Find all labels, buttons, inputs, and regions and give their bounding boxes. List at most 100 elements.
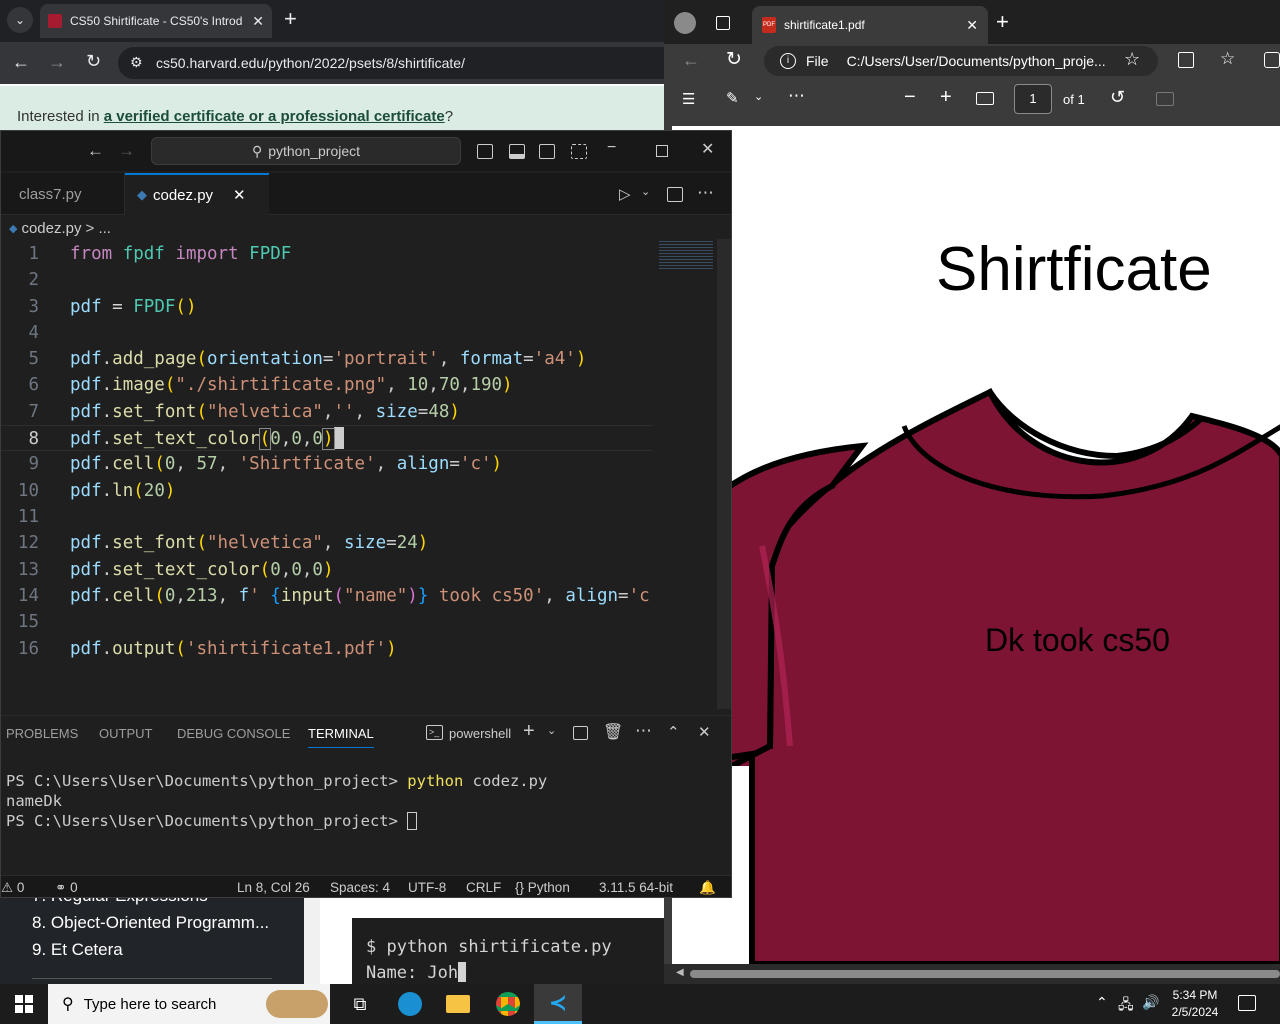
toggle-panel-icon[interactable]	[509, 144, 525, 159]
vscode-taskbar-icon[interactable]: ≺	[534, 984, 582, 1024]
favorite-star-icon[interactable]: ☆	[1124, 49, 1140, 70]
more-actions-icon[interactable]: ⋯	[697, 183, 714, 203]
new-tab-button[interactable]: +	[284, 8, 297, 30]
split-editor-icon[interactable]	[667, 187, 683, 202]
trash-icon[interactable]: 🗑	[603, 722, 623, 742]
chrome-taskbar-icon[interactable]	[484, 984, 532, 1024]
nav-forward-icon[interactable]: →	[118, 141, 135, 161]
scroll-left-icon[interactable]: ◀	[676, 967, 684, 978]
edge-taskbar-icon[interactable]	[386, 984, 434, 1024]
tab-search-button[interactable]: ⌄	[7, 7, 33, 33]
split-screen-icon[interactable]	[1178, 52, 1194, 68]
encoding[interactable]: UTF-8	[408, 880, 446, 895]
language-label: Python	[527, 880, 570, 895]
back-icon[interactable]: ←	[12, 52, 30, 73]
reload-icon[interactable]: ↻	[86, 51, 101, 72]
bell-icon[interactable]: 🔔	[699, 880, 716, 896]
nav-item-etcetera[interactable]: 9. Et Cetera	[32, 940, 123, 960]
toggle-sidebar-icon[interactable]	[477, 144, 493, 159]
maximize-button[interactable]	[656, 145, 668, 157]
customize-layout-icon[interactable]	[571, 144, 587, 159]
minimap[interactable]	[651, 239, 717, 709]
edge-address-bar[interactable]: i File C:/Users/User/Documents/python_pr…	[764, 46, 1158, 76]
notification-icon[interactable]	[1238, 995, 1256, 1011]
rotate-icon[interactable]: ↺	[1110, 87, 1125, 108]
zoom-in-icon[interactable]: +	[940, 86, 952, 109]
tab-output[interactable]: OUTPUT	[99, 726, 152, 741]
chrome-tab-active[interactable]: CS50 Shirtificate - CS50's Introd ✕	[40, 4, 272, 38]
command-center-search[interactable]: ⚲ python_project	[151, 137, 461, 165]
ports-status[interactable]: ⚭ 0	[55, 880, 78, 896]
tab-actions-icon[interactable]	[716, 16, 730, 30]
scroll-thumb[interactable]	[690, 970, 1280, 978]
banner-text: Interested in	[17, 108, 104, 125]
python-interpreter[interactable]: 3.11.5 64-bit	[599, 880, 673, 895]
contents-icon[interactable]: ☰	[682, 90, 695, 108]
file-explorer-icon[interactable]	[434, 984, 482, 1024]
site-info-icon[interactable]: ⚙	[130, 54, 143, 71]
collections-icon[interactable]	[1264, 52, 1280, 68]
edge-tab-active[interactable]: PDF shirtificate1.pdf ✕	[752, 6, 988, 44]
show-hidden-icons[interactable]: ⌃	[1096, 994, 1108, 1011]
nav-scrollbar[interactable]	[304, 896, 320, 984]
favorites-icon[interactable]: ☆	[1220, 49, 1235, 69]
sample-line-2: Name: Joh	[366, 960, 664, 984]
tab-codez[interactable]: ◆ codez.py ✕	[125, 173, 269, 215]
shell-name[interactable]: powershell	[449, 726, 511, 741]
start-button[interactable]	[0, 984, 48, 1024]
forward-icon[interactable]: →	[48, 52, 66, 73]
python-file-icon: ◆	[137, 187, 147, 202]
chevron-down-icon[interactable]: ⌄	[754, 90, 763, 103]
toggle-secondary-sidebar-icon[interactable]	[539, 144, 555, 159]
tab-problems[interactable]: PROBLEMS	[6, 726, 78, 741]
edge-reload-icon[interactable]: ↻	[726, 48, 742, 71]
minimize-button[interactable]: −	[607, 139, 616, 157]
fit-page-icon[interactable]	[976, 92, 994, 105]
tab-debug-console[interactable]: DEBUG CONSOLE	[177, 726, 290, 741]
new-tab-button[interactable]: +	[996, 11, 1009, 33]
zoom-out-icon[interactable]: −	[904, 86, 916, 109]
more-tools-icon[interactable]: ⋯	[788, 86, 805, 106]
breadcrumb-file[interactable]: codez.py	[21, 220, 81, 237]
page-view-icon[interactable]	[1156, 92, 1174, 106]
edge-window: PDF shirtificate1.pdf ✕ + ← ↻ i File C:/…	[664, 0, 1280, 984]
chevron-down-icon[interactable]: ⌄	[547, 724, 556, 737]
more-actions-icon[interactable]: ⋯	[635, 721, 652, 741]
network-icon[interactable]: 🖧	[1118, 994, 1134, 1018]
profile-avatar[interactable]	[674, 12, 696, 34]
taskbar-search[interactable]: ⚲ Type here to search	[48, 984, 330, 1024]
problems-status[interactable]: ⚠ 0	[1, 880, 24, 896]
task-view-icon[interactable]: ⧉	[336, 984, 384, 1024]
language-mode[interactable]: {} Python	[515, 880, 570, 895]
run-python-icon[interactable]: ▷	[619, 185, 631, 203]
indentation[interactable]: Spaces: 4	[330, 880, 390, 895]
page-number-input[interactable]: 1	[1014, 84, 1052, 114]
certificate-link[interactable]: a verified certificate or a professional…	[104, 108, 445, 125]
chevron-down-icon[interactable]: ⌄	[641, 185, 650, 198]
highlight-icon[interactable]: ✎	[726, 89, 739, 107]
terminal-output[interactable]: PS C:\Users\User\Documents\python_projec…	[1, 771, 731, 871]
edge-back-icon[interactable]: ←	[682, 50, 700, 71]
close-window-button[interactable]: ✕	[701, 139, 714, 159]
split-terminal-icon[interactable]	[573, 726, 588, 740]
chrome-address-bar[interactable]: ⚙ cs50.harvard.edu/python/2022/psets/8/s…	[118, 47, 664, 79]
line-ending[interactable]: CRLF	[466, 880, 501, 895]
cursor-position[interactable]: Ln 8, Col 26	[237, 880, 310, 895]
editor-scrollbar[interactable]	[717, 239, 731, 709]
maximize-panel-icon[interactable]: ⌃	[667, 723, 680, 741]
close-icon[interactable]: ✕	[233, 186, 246, 204]
close-panel-icon[interactable]: ✕	[698, 723, 711, 741]
tab-class7[interactable]: class7.py	[1, 173, 125, 215]
new-terminal-icon[interactable]: +	[523, 720, 535, 743]
breadcrumb-rest[interactable]: > ...	[86, 220, 111, 237]
code-editor[interactable]: 1 from fpdf import FPDF 2 3 pdf = FPDF() 4…	[1, 239, 717, 709]
taskbar-clock[interactable]: 5:34 PM 2/5/2024	[1162, 987, 1228, 1021]
volume-icon[interactable]: 🔊	[1142, 994, 1159, 1011]
nav-back-icon[interactable]: ←	[87, 141, 104, 161]
close-icon[interactable]: ✕	[966, 17, 978, 34]
horizontal-scrollbar[interactable]: ◀	[664, 964, 1280, 984]
tab-terminal[interactable]: TERMINAL	[308, 726, 374, 748]
close-icon[interactable]: ✕	[252, 13, 264, 30]
nav-item-oop[interactable]: 8. Object-Oriented Programm...	[32, 913, 269, 933]
braces-icon: {}	[515, 880, 525, 895]
